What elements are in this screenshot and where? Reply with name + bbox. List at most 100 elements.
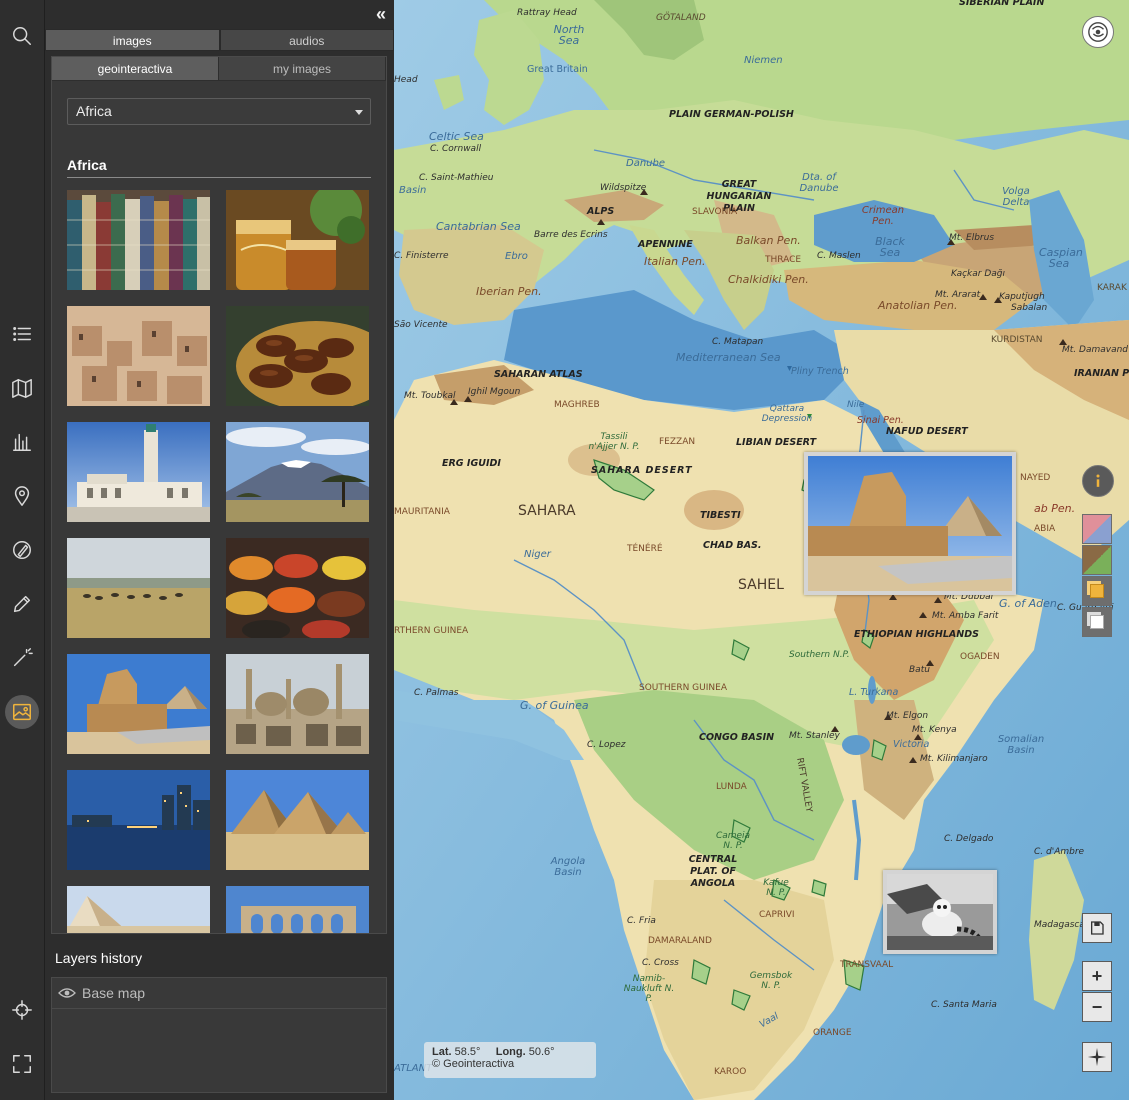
info-button[interactable] — [1082, 465, 1114, 497]
map-label: Mt. Stanley — [789, 731, 840, 741]
source-tabs: geointeractiva my images — [52, 57, 386, 81]
map-label: SOUTHERN GUINEA — [639, 683, 727, 693]
save-button[interactable] — [1082, 913, 1112, 943]
image-thumb[interactable] — [67, 190, 210, 290]
map-label: Mt. Damavand — [1062, 345, 1129, 355]
map-label: TRANSVAAL — [840, 960, 894, 970]
map-label: Caspian Sea — [1039, 246, 1083, 270]
layer-swatch-political[interactable] — [1082, 514, 1112, 544]
panel-tabs: images audios — [45, 29, 394, 51]
map-label: Southern N.P. — [789, 650, 850, 660]
map-label: Namib-Naukluft N. P. — [623, 974, 675, 1004]
image-thumb[interactable] — [226, 538, 369, 638]
map-label: MAURITANIA — [394, 507, 450, 517]
map-label: SAHEL — [738, 577, 784, 593]
eye-icon[interactable] — [58, 987, 76, 999]
image-thumb[interactable] — [226, 190, 369, 290]
draw-button[interactable] — [5, 533, 39, 567]
map-view[interactable]: Rattray Head North Sea GÖTALAND SIBERIAN… — [394, 0, 1129, 1100]
map-label: Mediterranean Sea — [676, 351, 781, 364]
legend-button[interactable] — [5, 317, 39, 351]
map-label: ab Pen. — [1034, 502, 1076, 515]
map-icon — [12, 379, 32, 398]
map-label: CAPRIVI — [759, 910, 795, 920]
image-thumb[interactable] — [67, 770, 210, 870]
map-label: C. Delgado — [944, 834, 994, 844]
layer-item[interactable]: Base map — [52, 978, 386, 1009]
tab-audios[interactable]: audios — [219, 29, 394, 51]
image-thumb[interactable] — [67, 886, 210, 933]
map-label: C. Cornwall — [430, 144, 482, 154]
images-button[interactable] — [5, 695, 39, 729]
map-label: Tassili n'Ajjer N. P. — [588, 432, 640, 452]
map-label: Balkan Pen. — [736, 234, 801, 247]
long-value: 50.6° — [528, 1046, 555, 1058]
map-label: Gemsbok N. P. — [749, 971, 793, 991]
map-label: Anatolian Pen. — [878, 299, 958, 312]
fullscreen-button[interactable] — [5, 1047, 39, 1081]
map-label: OGADEN — [960, 652, 1000, 662]
compass-button[interactable] — [1082, 1042, 1112, 1072]
image-thumb[interactable] — [226, 886, 369, 933]
map-label: GÖTALAND — [656, 13, 706, 23]
layer-swatch-physical[interactable] — [1082, 545, 1112, 575]
map-photo-lemur[interactable] — [883, 870, 997, 954]
map-label: Kaçkar Dağı — [951, 269, 1005, 279]
locate-button[interactable] — [5, 993, 39, 1027]
subtab-my-images[interactable]: my images — [219, 57, 386, 81]
image-thumb[interactable] — [226, 422, 369, 522]
effects-button[interactable] — [5, 641, 39, 675]
image-thumb[interactable] — [67, 422, 210, 522]
map-label: Chalkidiki Pen. — [728, 273, 809, 286]
map-label: CENTRAL PLAT. OF ANGOLA — [688, 854, 738, 889]
image-thumb[interactable] — [67, 306, 210, 406]
map-label: SLAVONIA — [692, 207, 738, 217]
map-label: LUNDA — [716, 782, 747, 792]
map-label: THRACE — [765, 255, 802, 265]
layer-swatch-blank[interactable] — [1082, 607, 1112, 637]
map-label: CONGO BASIN — [699, 732, 775, 743]
map-label: Volga Delta — [1002, 186, 1030, 208]
image-thumb[interactable] — [226, 654, 369, 754]
layers-history-list: Base map — [51, 977, 387, 1093]
pencil-icon — [13, 595, 31, 613]
map-label: TÉNÉRÉ — [627, 544, 663, 554]
map-label: Danube — [626, 158, 666, 169]
image-thumb[interactable] — [67, 538, 210, 638]
map-label: LIBIAN DESERT — [736, 437, 817, 448]
map-label: Mt. Elgon — [886, 711, 929, 721]
search-button[interactable] — [5, 19, 39, 53]
image-grid — [67, 190, 371, 933]
map-label: Madagascar — [1034, 920, 1089, 930]
places-button[interactable] — [5, 479, 39, 513]
chart-icon — [13, 433, 31, 451]
image-thumb[interactable] — [226, 770, 369, 870]
layer-swatch-overlay[interactable] — [1082, 576, 1112, 606]
map-label: Iberian Pen. — [476, 285, 542, 298]
image-thumb[interactable] — [226, 306, 369, 406]
zoom-in-button[interactable]: + — [1082, 961, 1112, 991]
map-label: Somalian Basin — [997, 734, 1045, 756]
lat-value: 58.5° — [454, 1046, 481, 1058]
map-label: Mt. Kenya — [912, 725, 957, 735]
region-select[interactable]: Africa — [67, 98, 371, 125]
subtab-geointeractiva[interactable]: geointeractiva — [52, 57, 219, 81]
map-photo-sphinx[interactable] — [804, 452, 1016, 595]
map-label: Barre des Ecrins — [534, 230, 608, 240]
collapse-panel-button[interactable]: « — [376, 4, 386, 25]
geointeractiva-logo-button[interactable] — [1082, 16, 1114, 48]
map-label: NAYED — [1020, 473, 1051, 483]
map-label: SAHARAN ATLAS — [494, 369, 583, 380]
map-label: C. d'Ambre — [1034, 847, 1085, 857]
pencil-button[interactable] — [5, 587, 39, 621]
maps-button[interactable] — [5, 371, 39, 405]
map-label: Pliny Trench — [791, 366, 849, 377]
image-thumb[interactable] — [67, 654, 210, 754]
zoom-out-button[interactable]: − — [1082, 992, 1112, 1022]
tab-images[interactable]: images — [45, 29, 220, 51]
charts-button[interactable] — [5, 425, 39, 459]
map-label: FEZZAN — [659, 437, 696, 447]
map-label: ALPS — [587, 206, 615, 217]
map-label: C. Lopez — [587, 740, 626, 750]
tool-rail — [0, 0, 45, 1100]
